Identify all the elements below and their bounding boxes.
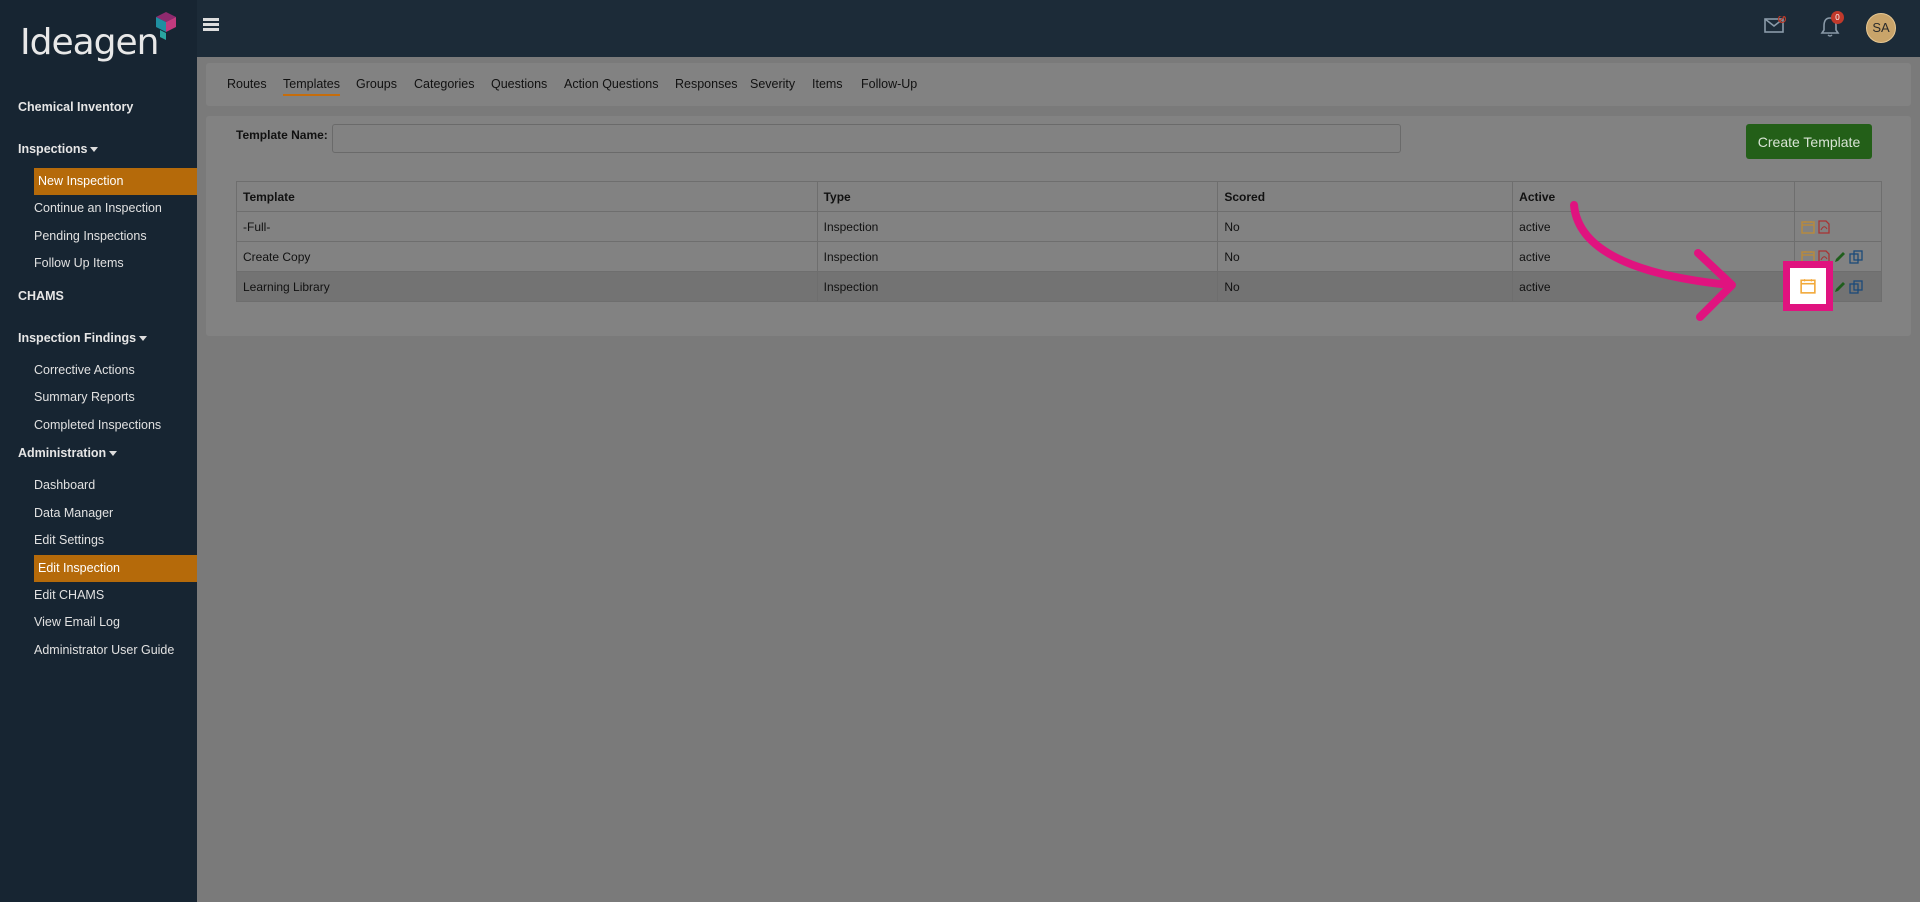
tab-responses[interactable]: Responses	[675, 77, 738, 91]
highlighted-calendar-button[interactable]	[1790, 268, 1826, 304]
nav-section-label: Inspections	[18, 142, 88, 156]
nav-section-inspections[interactable]: Inspections	[0, 138, 197, 160]
annotation-arrow-icon	[1570, 201, 1736, 321]
cell-scored: No	[1217, 211, 1514, 242]
notification-count-badge: 0	[1831, 11, 1844, 24]
tab-routes[interactable]: Routes	[227, 77, 267, 91]
column-header-type[interactable]: Type	[816, 181, 1219, 212]
sidebar-item-new-inspection[interactable]: New Inspection	[34, 168, 197, 195]
nav-section-inspection-findings[interactable]: Inspection Findings	[0, 327, 197, 349]
caret-down-icon	[109, 451, 118, 457]
sidebar-nav: Chemical Inventory Inspections New Inspe…	[0, 96, 197, 664]
user-avatar[interactable]: SA	[1866, 13, 1896, 43]
sidebar: Ideagen Chemical Inventory Inspections N…	[0, 0, 197, 902]
sidebar-item-continue-inspection[interactable]: Continue an Inspection	[0, 195, 197, 223]
tab-questions[interactable]: Questions	[491, 77, 547, 91]
cell-actions	[1793, 211, 1883, 242]
template-name-input[interactable]	[332, 124, 1401, 153]
tab-items[interactable]: Items	[812, 77, 843, 91]
sidebar-item-completed-inspections[interactable]: Completed Inspections	[0, 412, 197, 440]
nav-section-label: Administration	[18, 446, 107, 460]
ideagen-logo[interactable]: Ideagen	[20, 12, 180, 63]
create-template-button[interactable]: Create Template	[1746, 124, 1872, 159]
cell-scored: No	[1217, 241, 1514, 272]
caret-down-icon	[90, 147, 99, 153]
top-bar	[197, 0, 1920, 57]
pdf-icon[interactable]	[1817, 220, 1831, 234]
cell-scored: No	[1217, 271, 1514, 302]
sidebar-item-edit-chams[interactable]: Edit CHAMS	[0, 582, 197, 610]
cell-type: Inspection	[816, 241, 1219, 272]
sidebar-item-data-manager[interactable]: Data Manager	[0, 500, 197, 528]
copy-icon[interactable]	[1849, 250, 1863, 264]
nav-section-administration[interactable]: Administration	[0, 442, 197, 464]
cell-template: Create Copy	[236, 241, 818, 272]
tab-severity[interactable]: Severity	[750, 77, 795, 91]
cell-type: Inspection	[816, 211, 1219, 242]
copy-icon[interactable]	[1849, 280, 1863, 294]
sidebar-item-summary-reports[interactable]: Summary Reports	[0, 384, 197, 412]
tab-follow-up[interactable]: Follow-Up	[861, 77, 917, 91]
mail-icon[interactable]	[1764, 16, 1786, 34]
sidebar-item-pending-inspections[interactable]: Pending Inspections	[0, 223, 197, 251]
sidebar-item-edit-settings[interactable]: Edit Settings	[0, 527, 197, 555]
sidebar-item-corrective-actions[interactable]: Corrective Actions	[0, 357, 197, 385]
nav-section-label: CHAMS	[18, 288, 64, 303]
logo-mark-icon	[156, 12, 176, 40]
tab-categories[interactable]: Categories	[414, 77, 474, 91]
cell-template: Learning Library	[236, 271, 818, 302]
tab-templates[interactable]: Templates	[283, 77, 340, 96]
nav-section-chemical-inventory[interactable]: Chemical Inventory	[0, 96, 197, 118]
cell-template: -Full-	[236, 211, 818, 242]
calendar-icon[interactable]	[1801, 220, 1815, 234]
cell-type: Inspection	[816, 271, 1219, 302]
pencil-icon[interactable]	[1833, 280, 1847, 294]
sidebar-item-view-email-log[interactable]: View Email Log	[0, 609, 197, 637]
sidebar-item-follow-up-items[interactable]: Follow Up Items	[0, 250, 197, 278]
nav-section-label: Inspection Findings	[18, 330, 137, 345]
column-header-template[interactable]: Template	[236, 181, 818, 212]
nav-section-label: Chemical Inventory	[18, 100, 134, 114]
hamburger-menu-icon[interactable]	[203, 18, 219, 32]
template-name-label: Template Name:	[236, 128, 328, 142]
sidebar-item-admin-user-guide[interactable]: Administrator User Guide	[0, 637, 197, 665]
column-header-scored[interactable]: Scored	[1217, 181, 1514, 212]
pencil-icon[interactable]	[1833, 250, 1847, 264]
logo-text: Ideagen	[20, 22, 159, 63]
caret-down-icon	[139, 335, 148, 341]
column-header-actions	[1793, 181, 1883, 212]
sidebar-item-dashboard[interactable]: Dashboard	[0, 472, 197, 500]
tab-action-questions[interactable]: Action Questions	[564, 77, 659, 91]
nav-section-chams[interactable]: CHAMS	[0, 285, 197, 307]
tab-groups[interactable]: Groups	[356, 77, 397, 91]
calendar-icon	[1800, 279, 1816, 294]
sidebar-item-edit-inspection[interactable]: Edit Inspection	[34, 554, 197, 582]
